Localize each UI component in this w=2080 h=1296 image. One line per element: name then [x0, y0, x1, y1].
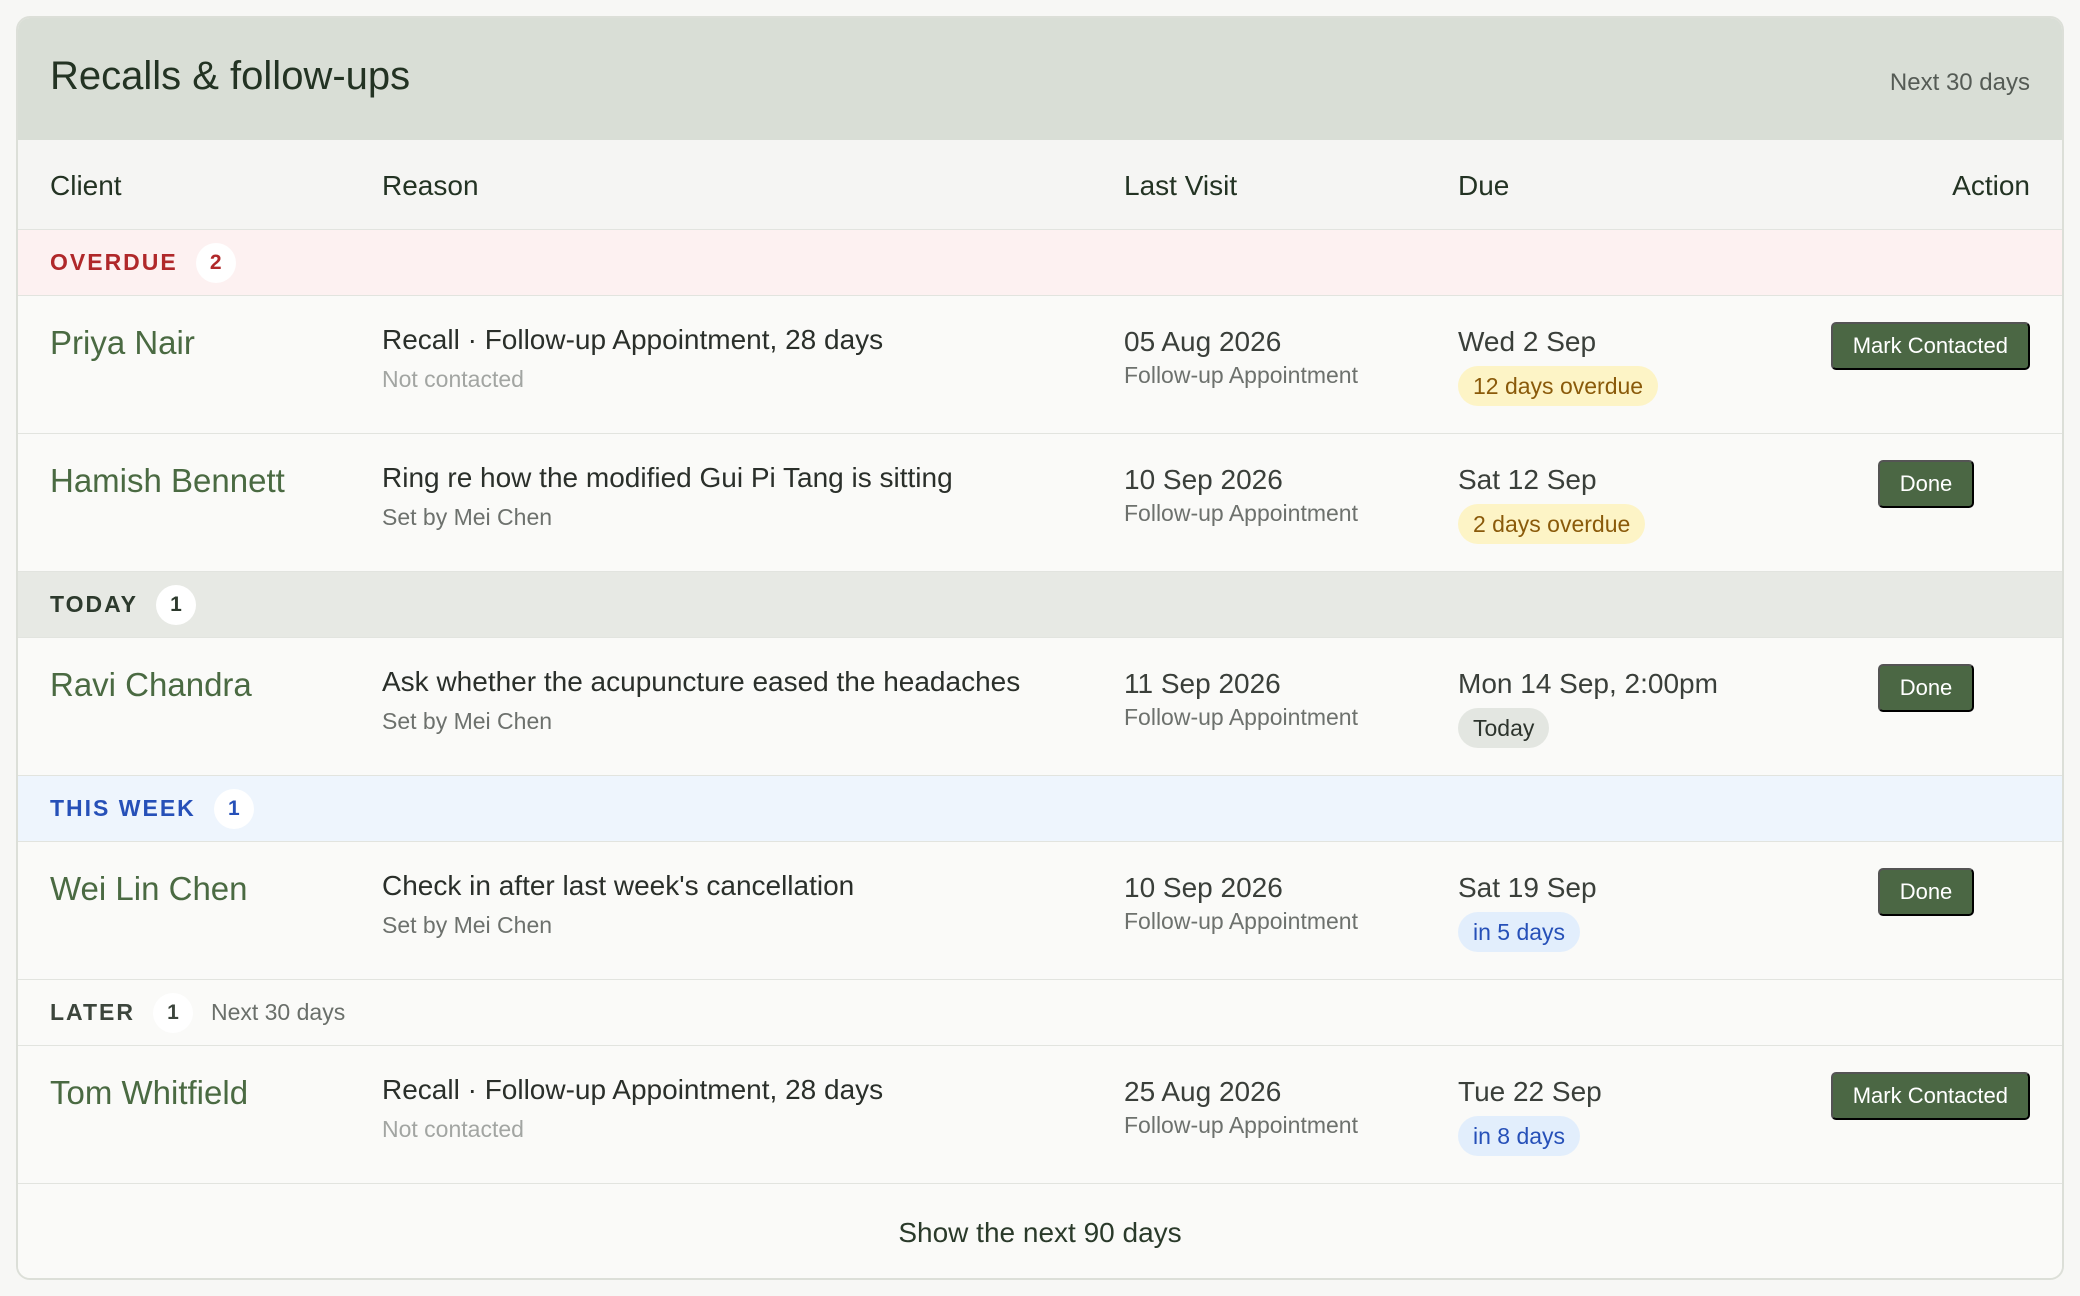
panel-title: Recalls & follow-ups	[50, 53, 411, 98]
due-status-badge: Today	[1458, 708, 1550, 748]
group-header-later: LATER 1 Next 30 days	[18, 980, 2062, 1046]
table-row: Priya Nair Recall · Follow-up Appointmen…	[18, 296, 2062, 434]
reason-text: Ask whether the acupuncture eased the he…	[382, 666, 1021, 697]
group-header-this-week: THIS WEEK 1	[18, 776, 2062, 842]
table-row: Hamish Bennett Ring re how the modified …	[18, 434, 2062, 572]
group-header-today: TODAY 1	[18, 572, 2062, 638]
table-row: Wei Lin Chen Check in after last week's …	[18, 842, 2062, 980]
reason-text: Recall · Follow-up Appointment, 28 days	[382, 1074, 884, 1105]
mark-contacted-button[interactable]: Mark Contacted	[1830, 1072, 2030, 1120]
column-header-due: Due	[1458, 170, 1510, 201]
group-label: TODAY	[50, 591, 138, 617]
last-visit-type: Follow-up Appointment	[1124, 908, 1358, 934]
done-button[interactable]: Done	[1878, 460, 1974, 508]
last-visit-date: 11 Sep 2026	[1124, 668, 1281, 699]
due-date: Wed 2 Sep	[1458, 326, 1597, 357]
client-name-link[interactable]: Ravi Chandra	[50, 666, 252, 704]
last-visit-date: 25 Aug 2026	[1124, 1076, 1282, 1107]
due-date: Mon 14 Sep, 2:00pm	[1458, 668, 1718, 699]
column-header-reason: Reason	[382, 170, 479, 201]
column-header-client: Client	[50, 170, 122, 201]
last-visit-date: 10 Sep 2026	[1124, 464, 1283, 495]
done-button[interactable]: Done	[1878, 868, 1974, 916]
due-status-badge: in 5 days	[1458, 912, 1581, 952]
column-header-last-visit: Last Visit	[1124, 170, 1238, 201]
reason-author: Set by Mei Chen	[382, 708, 553, 734]
due-status-badge: 2 days overdue	[1458, 504, 1646, 544]
group-count-badge: 2	[195, 242, 236, 283]
group-count-badge: 1	[155, 584, 196, 625]
due-date: Sat 19 Sep	[1458, 872, 1597, 903]
client-name-link[interactable]: Wei Lin Chen	[50, 870, 248, 908]
reason-text: Recall · Follow-up Appointment, 28 days	[382, 324, 884, 355]
mark-contacted-button[interactable]: Mark Contacted	[1830, 322, 2030, 370]
last-visit-type: Follow-up Appointment	[1124, 1112, 1358, 1138]
due-status-badge: 12 days overdue	[1458, 366, 1659, 406]
table-header: Client Reason Last Visit Due Action	[18, 140, 2062, 230]
done-button[interactable]: Done	[1878, 664, 1974, 712]
panel-header: Recalls & follow-ups Next 30 days	[18, 18, 2062, 140]
group-count-badge: 1	[152, 992, 193, 1033]
last-visit-date: 10 Sep 2026	[1124, 872, 1283, 903]
group-label: LATER	[50, 999, 135, 1025]
reason-author: Set by Mei Chen	[382, 504, 553, 530]
group-header-overdue: OVERDUE 2	[18, 230, 2062, 296]
client-name-link[interactable]: Priya Nair	[50, 324, 195, 362]
reason-text: Check in after last week's cancellation	[382, 870, 855, 901]
client-name-link[interactable]: Tom Whitfield	[50, 1074, 248, 1112]
reason-status: Not contacted	[382, 366, 524, 392]
due-status-badge: in 8 days	[1458, 1116, 1581, 1156]
show-more-link[interactable]: Show the next 90 days	[18, 1184, 2062, 1278]
last-visit-type: Follow-up Appointment	[1124, 362, 1358, 388]
reason-text: Ring re how the modified Gui Pi Tang is …	[382, 462, 953, 493]
column-header-action: Action	[1952, 170, 2030, 201]
due-date: Sat 12 Sep	[1458, 464, 1597, 495]
group-count-badge: 1	[213, 788, 254, 829]
due-date: Tue 22 Sep	[1458, 1076, 1602, 1107]
recalls-panel: Recalls & follow-ups Next 30 days Client…	[16, 16, 2064, 1280]
last-visit-date: 05 Aug 2026	[1124, 326, 1282, 357]
date-range-label: Next 30 days	[1889, 69, 2030, 96]
client-name-link[interactable]: Hamish Bennett	[50, 462, 285, 500]
table-row: Tom Whitfield Recall · Follow-up Appoint…	[18, 1046, 2062, 1184]
reason-author: Set by Mei Chen	[382, 912, 553, 938]
group-label: THIS WEEK	[50, 795, 196, 821]
group-range-note: Next 30 days	[210, 999, 346, 1025]
group-label: OVERDUE	[50, 249, 178, 275]
last-visit-type: Follow-up Appointment	[1124, 500, 1358, 526]
table-row: Ravi Chandra Ask whether the acupuncture…	[18, 638, 2062, 776]
reason-status: Not contacted	[382, 1116, 524, 1142]
last-visit-type: Follow-up Appointment	[1124, 704, 1358, 730]
